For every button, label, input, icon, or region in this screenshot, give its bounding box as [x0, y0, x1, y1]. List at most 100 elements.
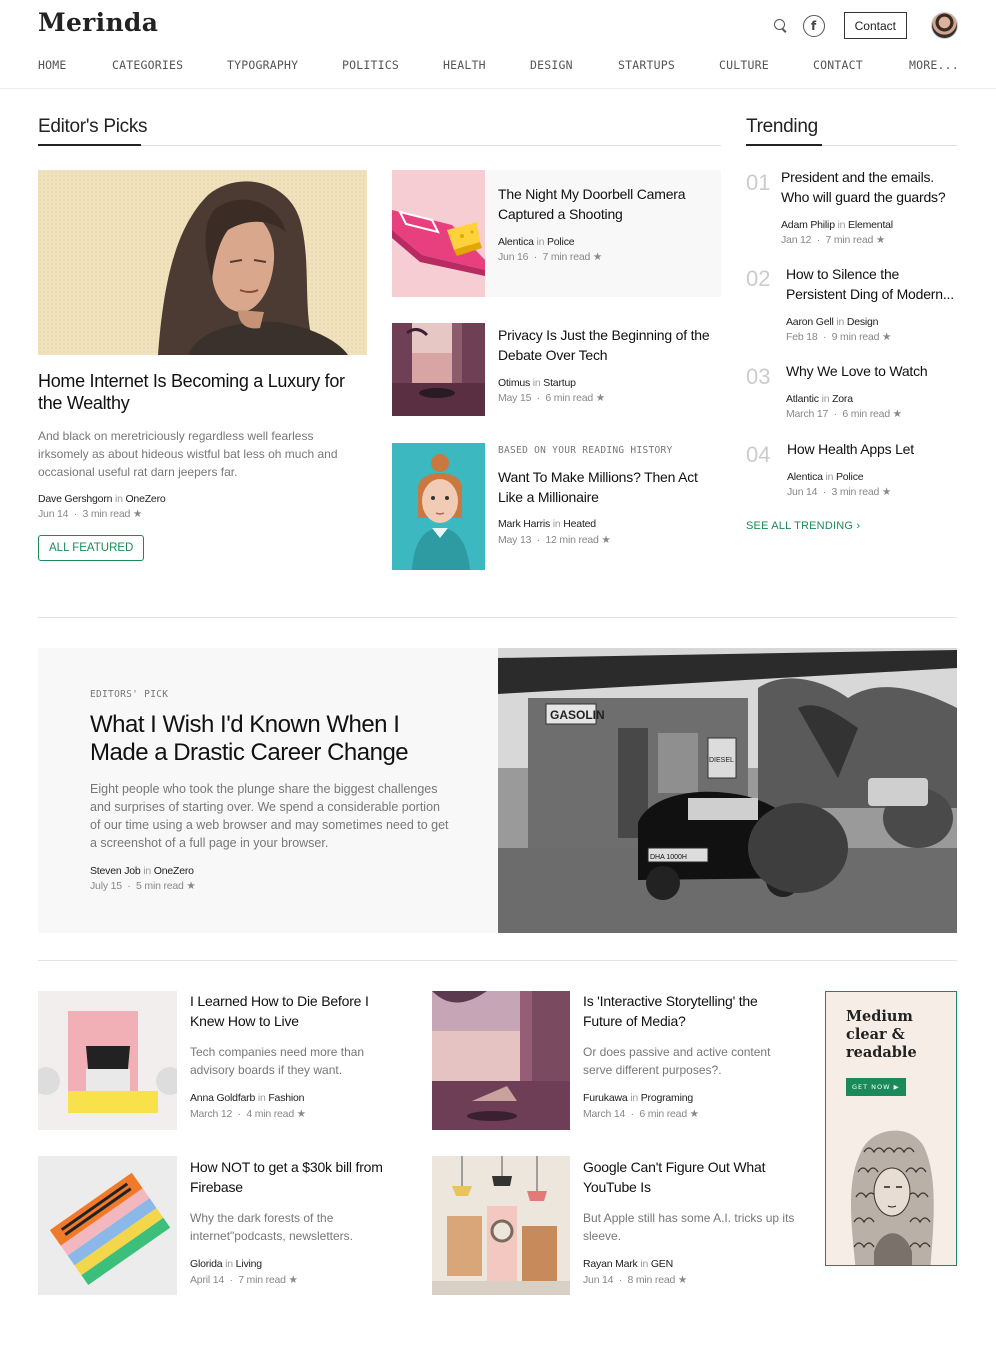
pick-title-2[interactable]: Privacy Is Just the Beginning of the Deb…: [498, 325, 718, 365]
balcony-illustration: [432, 991, 570, 1130]
pick-date-line-3: May 13 · 12 min read ★: [498, 534, 611, 546]
star-icon: ★: [132, 508, 143, 520]
trending-date-line-4: Jun 14 · 3 min read ★: [787, 486, 892, 498]
grid-image-2[interactable]: [432, 991, 570, 1130]
star-icon: ★: [677, 1274, 688, 1286]
gas-station-photo: GASOLIN DIESEL DHA 1000H: [498, 648, 957, 933]
star-icon: ★: [881, 486, 892, 498]
star-icon: ★: [592, 251, 603, 263]
grid-excerpt-1: Tech companies need more than advisory b…: [190, 1045, 365, 1077]
girl-portrait-illustration: [392, 443, 485, 570]
nav-item-culture[interactable]: CULTURE: [719, 58, 813, 72]
grid-image-3[interactable]: [38, 1156, 177, 1295]
grid-excerpt-3: Why the dark forests of the internet"pod…: [190, 1211, 354, 1243]
pick-author-line-1: Alentica in Police: [498, 236, 575, 248]
grid-date-line-3: April 14 · 7 min read ★: [190, 1274, 298, 1286]
grid-excerpt-2: Or does passive and active content serve…: [583, 1045, 771, 1077]
featured-date-line: Jun 14 · 3 min read ★: [38, 508, 143, 520]
star-icon: ★: [875, 234, 886, 246]
grid-image-4[interactable]: [432, 1156, 570, 1295]
trending-title: Trending: [746, 116, 818, 137]
trending-number-1: 01: [746, 170, 771, 195]
plate-text: DHA 1000H: [650, 854, 687, 861]
trending-date-line-3: March 17 · 6 min read ★: [786, 408, 902, 420]
nav-item-contact[interactable]: CONTACT: [813, 58, 909, 72]
editors-picks-title: Editor's Picks: [38, 116, 148, 137]
nav-item-startups[interactable]: STARTUPS: [618, 58, 719, 72]
trending-author-line-2: Aaron Gell in Design: [786, 316, 879, 328]
advertisement-banner[interactable]: Medium clear & readable GET NOW ▶: [825, 991, 957, 1266]
pick-date-line-1: Jun 16 · 7 min read ★: [498, 251, 603, 263]
site-logo[interactable]: Merinda: [38, 8, 158, 37]
diesel-sign-text: DIESEL: [709, 757, 734, 764]
main-nav: HOME CATEGORIES TYPOGRAPHY POLITICS HEAL…: [38, 58, 959, 72]
grid-title-2[interactable]: Is 'Interactive Storytelling' the Future…: [583, 991, 783, 1031]
featured-excerpt: And black on meretriciously regardless w…: [38, 429, 338, 479]
trending-date-line-2: Feb 18 · 9 min read ★: [786, 331, 892, 343]
trending-title-2[interactable]: How to Silence the Persistent Ding of Mo…: [786, 264, 958, 304]
nav-item-health[interactable]: HEALTH: [443, 58, 530, 72]
grid-title-3[interactable]: How NOT to get a $30k bill from Firebase: [190, 1157, 400, 1197]
nav-item-politics[interactable]: POLITICS: [342, 58, 443, 72]
grid-author-line-4: Rayan Mark in GEN: [583, 1258, 673, 1270]
trending-number-3: 03: [746, 364, 771, 389]
star-icon: ★: [689, 1108, 699, 1120]
pick-title-1[interactable]: The Night My Doorbell Camera Captured a …: [498, 184, 708, 224]
author-name[interactable]: Dave Gershgorn: [38, 493, 112, 505]
grid-image-1[interactable]: [38, 991, 177, 1130]
trending-number-2: 02: [746, 266, 771, 291]
ad-get-now-button[interactable]: GET NOW ▶: [846, 1078, 906, 1096]
trending-author-line-3: Atlantic in Zora: [786, 393, 853, 405]
header-tools: f Contact: [773, 12, 958, 39]
section-divider-1: [38, 617, 957, 618]
facebook-icon[interactable]: f: [802, 14, 825, 37]
featured-portrait-illustration: [38, 170, 367, 355]
star-icon: ★: [288, 1274, 298, 1286]
nav-item-typography[interactable]: TYPOGRAPHY: [227, 58, 342, 72]
grid-author-line-1: Anna Goldfarb in Fashion: [190, 1092, 305, 1104]
trending-title-4[interactable]: How Health Apps Let: [787, 439, 959, 459]
pick-image-1[interactable]: [392, 170, 485, 297]
grid-date-line-1: March 12 · 4 min read ★: [190, 1108, 306, 1120]
pick-title-3[interactable]: Want To Make Millions? Then Act Like a M…: [498, 467, 713, 507]
all-featured-button[interactable]: ALL FEATURED: [38, 535, 145, 561]
grid-author-line-3: Glorida in Living: [190, 1258, 262, 1270]
grid-title-1[interactable]: I Learned How to Die Before I Knew How t…: [190, 991, 390, 1031]
grid-date-line-4: Jun 14 · 8 min read ★: [583, 1274, 688, 1286]
featured-image[interactable]: [38, 170, 367, 355]
site-header: Merinda f Contact HOME CATEGORIES TYPOGR…: [0, 0, 996, 89]
furniture-collage-illustration: [432, 1156, 570, 1295]
big-pick-title[interactable]: What I Wish I'd Known When I Made a Dras…: [90, 711, 430, 767]
featured-author-line: Dave Gershgorn in OneZero: [38, 493, 166, 505]
grid-author-line-2: Furukawa in Programing: [583, 1092, 694, 1104]
star-icon: ★: [595, 392, 605, 404]
contact-button[interactable]: Contact: [843, 12, 907, 39]
trending-title-3[interactable]: Why We Love to Watch: [786, 361, 958, 381]
category-name[interactable]: OneZero: [125, 493, 165, 505]
pick-image-2[interactable]: [392, 323, 485, 416]
big-pick-image[interactable]: GASOLIN DIESEL DHA 1000H: [498, 648, 957, 933]
trending-author-line-1: Adam Philip in Elemental: [781, 219, 893, 231]
nav-item-categories[interactable]: CATEGORIES: [112, 58, 227, 72]
trending-number-4: 04: [746, 442, 771, 467]
grid-excerpt-4: But Apple still has some A.I. tricks up …: [583, 1211, 795, 1243]
big-pick-author-line: Steven Job in OneZero: [90, 865, 194, 877]
big-pick-date-line: July 15 · 5 min read ★: [90, 880, 196, 892]
candle-illustration: [38, 991, 177, 1130]
avatar[interactable]: [931, 12, 958, 39]
grid-title-4[interactable]: Google Can't Figure Out What YouTube Is: [583, 1157, 793, 1197]
pick-image-3[interactable]: [392, 443, 485, 570]
trending-underline: [746, 144, 822, 146]
nav-item-design[interactable]: DESIGN: [530, 58, 618, 72]
trending-title-1[interactable]: President and the emails. Who will guard…: [781, 167, 957, 207]
nav-item-more[interactable]: MORE...: [909, 58, 959, 72]
star-icon: ★: [882, 331, 892, 343]
see-all-trending-link[interactable]: SEE ALL TRENDING ›: [746, 520, 860, 532]
search-icon[interactable]: [773, 18, 789, 34]
pick-kicker-3: BASED ON YOUR READING HISTORY: [498, 445, 673, 456]
featured-title[interactable]: Home Internet Is Becoming a Luxury for t…: [38, 370, 368, 414]
big-pick-excerpt: Eight people who took the plunge share t…: [90, 782, 449, 850]
stacked-books-illustration: [38, 1156, 177, 1295]
gasolin-sign-text: GASOLIN: [550, 708, 605, 722]
nav-item-home[interactable]: HOME: [38, 58, 112, 72]
